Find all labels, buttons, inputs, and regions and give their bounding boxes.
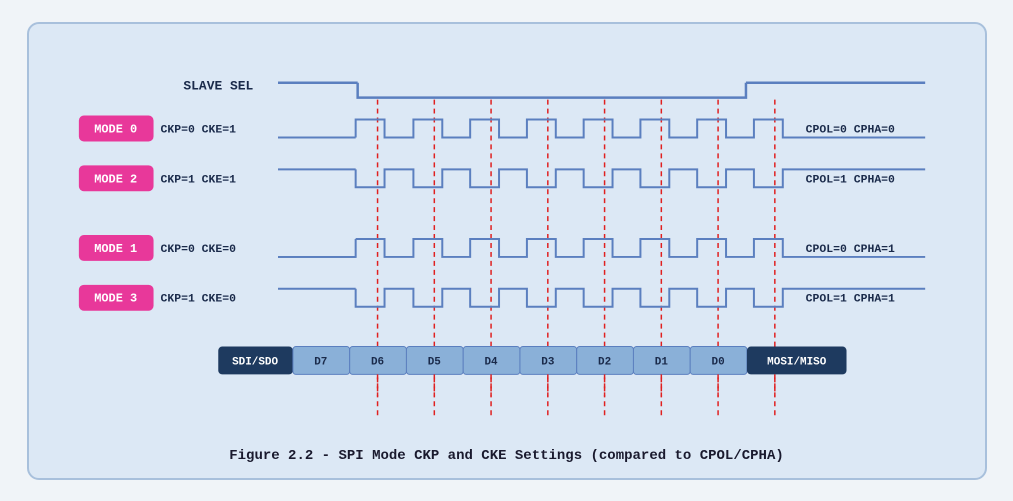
mosi-miso-label: MOSI/MISO xyxy=(767,356,827,368)
d6-label: D6 xyxy=(370,356,383,368)
mode3-right: CPOL=1 CPHA=1 xyxy=(805,292,894,305)
d2-label: D2 xyxy=(598,356,611,368)
diagram-area: SLAVE SEL MODE 0 CKP=0 CKE=1 xyxy=(49,42,965,442)
d7-label: D7 xyxy=(314,356,327,368)
mode1-right: CPOL=0 CPHA=1 xyxy=(805,242,894,255)
d1-label: D1 xyxy=(654,356,668,368)
mode2-params: CKP=1 CKE=1 xyxy=(160,173,236,186)
d4-label: D4 xyxy=(484,356,498,368)
mode2-badge: MODE 2 xyxy=(94,172,137,186)
mode0-params: CKP=0 CKE=1 xyxy=(160,123,236,136)
d5-label: D5 xyxy=(427,356,440,368)
figure-caption: Figure 2.2 - SPI Mode CKP and CKE Settin… xyxy=(49,448,965,464)
slave-sel-label: SLAVE SEL xyxy=(183,78,253,93)
mode3-badge: MODE 3 xyxy=(94,291,137,305)
mode1-params: CKP=0 CKE=0 xyxy=(160,242,236,255)
mode2-right: CPOL=1 CPHA=0 xyxy=(805,173,894,186)
timing-diagram-svg: SLAVE SEL MODE 0 CKP=0 CKE=1 xyxy=(49,42,965,442)
mode3-params: CKP=1 CKE=0 xyxy=(160,292,236,305)
outer-container: SLAVE SEL MODE 0 CKP=0 CKE=1 xyxy=(27,22,987,480)
mode0-right: CPOL=0 CPHA=0 xyxy=(805,123,894,136)
d0-label: D0 xyxy=(711,356,724,368)
sdi-sdo-label: SDI/SDO xyxy=(232,356,278,368)
mode1-badge: MODE 1 xyxy=(94,241,137,255)
d3-label: D3 xyxy=(541,356,555,368)
mode0-badge: MODE 0 xyxy=(94,122,137,136)
